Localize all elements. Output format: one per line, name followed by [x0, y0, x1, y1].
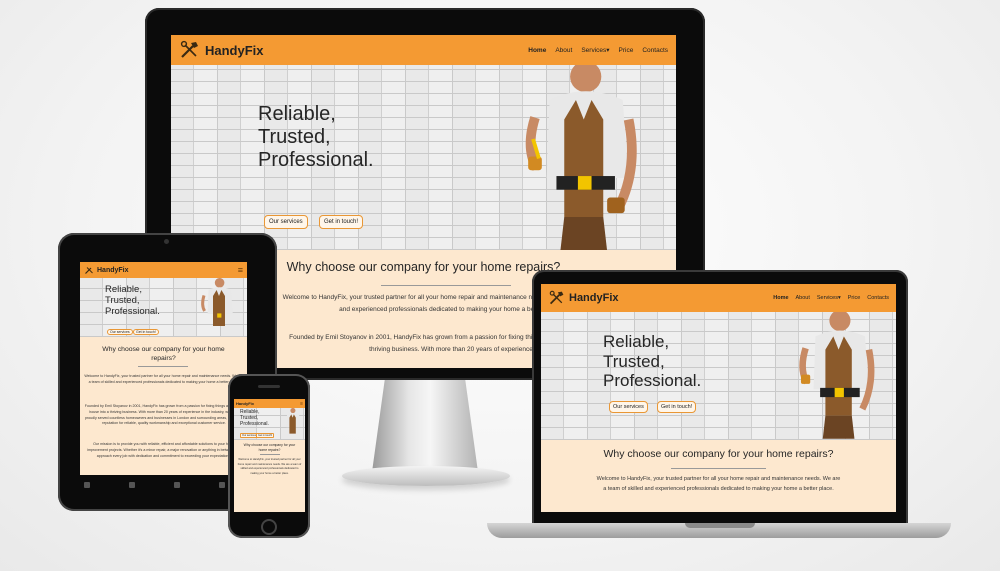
hero-line-2: Trusted,	[258, 126, 331, 148]
heading-divider	[260, 454, 280, 455]
brand-logo[interactable]: HandyFix	[84, 265, 129, 275]
hero-heading: Reliable, Trusted, Professional.	[240, 409, 269, 427]
nav-services[interactable]: Services▾	[581, 46, 609, 54]
navbar: HandyFix ≡	[80, 262, 247, 278]
get-in-touch-button[interactable]: Get in touch!	[657, 401, 697, 413]
hammer-wrench-icon	[549, 290, 564, 305]
hero-section: Reliable, Trusted, Professional. Our ser…	[171, 65, 676, 250]
navbar: HandyFix ≡	[234, 399, 305, 408]
brand-logo[interactable]: HandyFix	[548, 290, 619, 306]
hero-heading: Reliable, Trusted, Professional.	[105, 284, 160, 318]
brand-name: HandyFix	[569, 292, 619, 304]
hero-line-3: Professional.	[603, 371, 702, 391]
nav-about[interactable]: About	[555, 47, 572, 54]
nav-menu: Home About Services▾ Price Contacts	[528, 46, 668, 55]
handyman-image	[525, 65, 637, 250]
hero-heading: Reliable, Trusted, Professional.	[258, 103, 374, 172]
hero-heading: Reliable, Trusted, Professional.	[603, 332, 701, 391]
calendar-icon[interactable]	[174, 482, 180, 488]
nav-home[interactable]: Home	[528, 47, 546, 54]
tablet-intro-paragraph: Welcome to HandyFix, your trusted partne…	[84, 374, 244, 384]
brand-name: HandyFix	[205, 42, 264, 58]
handyman-image	[286, 408, 300, 434]
nav-contacts[interactable]: Contacts	[867, 295, 889, 301]
hero-section: Reliable, Trusted, Professional. Our ser…	[234, 408, 305, 440]
nav-price[interactable]: Price	[619, 47, 634, 54]
nav-contacts[interactable]: Contacts	[642, 47, 668, 54]
tablet-screen: HandyFix ≡ Reliable, Trusted, Profession…	[80, 262, 247, 475]
phone-home-button[interactable]	[261, 519, 277, 535]
why-choose-heading: Why choose our company for your home rep…	[102, 346, 225, 362]
nav-toggle[interactable]: ≡	[238, 265, 243, 275]
nav-toggle[interactable]: ≡	[300, 401, 303, 407]
our-services-button[interactable]: Our services	[609, 401, 648, 413]
hero-line-3: Professional.	[240, 420, 269, 427]
navbar: HandyFix Home About Services▾ Price Cont…	[171, 35, 676, 65]
heading-divider	[138, 366, 188, 367]
brand-name: HandyFix	[97, 266, 129, 274]
why-choose-heading: Why choose our company for your home rep…	[243, 443, 296, 452]
why-choose-heading: Why choose our company for your home rep…	[603, 448, 834, 460]
handyman-image	[799, 312, 875, 439]
nav-price[interactable]: Price	[848, 295, 861, 301]
chevron-down-icon: ▾	[837, 295, 841, 301]
nav-home[interactable]: Home	[773, 295, 788, 301]
nav-menu: Home About Services▾ Price Contacts	[773, 295, 889, 301]
nav-services[interactable]: Services▾	[817, 295, 841, 301]
heading-divider	[671, 468, 766, 469]
get-in-touch-button[interactable]: Get in touch!	[133, 329, 159, 335]
nav-about[interactable]: About	[796, 295, 810, 301]
laptop-notch	[685, 523, 755, 528]
dollar-icon[interactable]	[219, 482, 225, 488]
monitor-stand-base	[342, 466, 510, 486]
our-services-button[interactable]: Our services	[264, 215, 308, 229]
hammer-wrench-icon	[85, 267, 93, 274]
hamburger-icon[interactable]: ≡	[300, 401, 303, 407]
hammer-wrench-icon	[180, 40, 198, 58]
hero-line-2: Trusted,	[603, 351, 665, 371]
hamburger-icon[interactable]: ≡	[238, 265, 243, 275]
hero-line-3: Professional.	[105, 305, 160, 317]
get-in-touch-button[interactable]: Get in touch!	[256, 433, 275, 438]
hero-section: Reliable, Trusted, Professional. Our ser…	[541, 312, 896, 440]
chevron-down-icon: ▾	[606, 47, 610, 54]
brand-logo[interactable]: HandyFix	[236, 401, 254, 406]
laptop-screen: HandyFix Home About Services▾ Price Cont…	[541, 284, 896, 512]
navbar: HandyFix Home About Services▾ Price Cont…	[541, 284, 896, 312]
tablet-founded-paragraph: Founded by Emil Stoyanov in 2001, HandyF…	[84, 404, 244, 426]
facebook-icon[interactable]	[84, 482, 90, 488]
nav-services-label: Services	[816, 295, 838, 301]
phone-speaker	[258, 385, 280, 388]
nav-services-label: Services	[581, 47, 607, 54]
laptop-intro-paragraph: Welcome to HandyFix, your trusted partne…	[596, 476, 841, 492]
truck-icon[interactable]	[129, 482, 135, 488]
our-services-button[interactable]: Our services	[107, 329, 133, 335]
brand-logo[interactable]: HandyFix	[179, 40, 264, 60]
hero-line-1: Reliable,	[603, 332, 670, 351]
tablet-mission-paragraph: Our mission is to provide you with relia…	[87, 442, 241, 458]
tablet-camera	[164, 239, 169, 244]
handyman-image	[201, 278, 233, 326]
phone-screen: HandyFix ≡ Reliable, Trusted, Profession…	[234, 399, 305, 512]
brand-name: HandyFix	[236, 401, 255, 406]
heading-divider	[381, 285, 511, 286]
phone-intro-paragraph: Welcome to HandyFix, your trusted partne…	[237, 458, 302, 475]
monitor-stand	[372, 380, 478, 472]
hero-line-3: Professional.	[258, 149, 374, 171]
hero-line-1: Reliable,	[258, 103, 336, 125]
hero-section: Reliable, Trusted, Professional. Our ser…	[80, 278, 247, 337]
get-in-touch-button[interactable]: Get in touch!	[319, 215, 364, 229]
